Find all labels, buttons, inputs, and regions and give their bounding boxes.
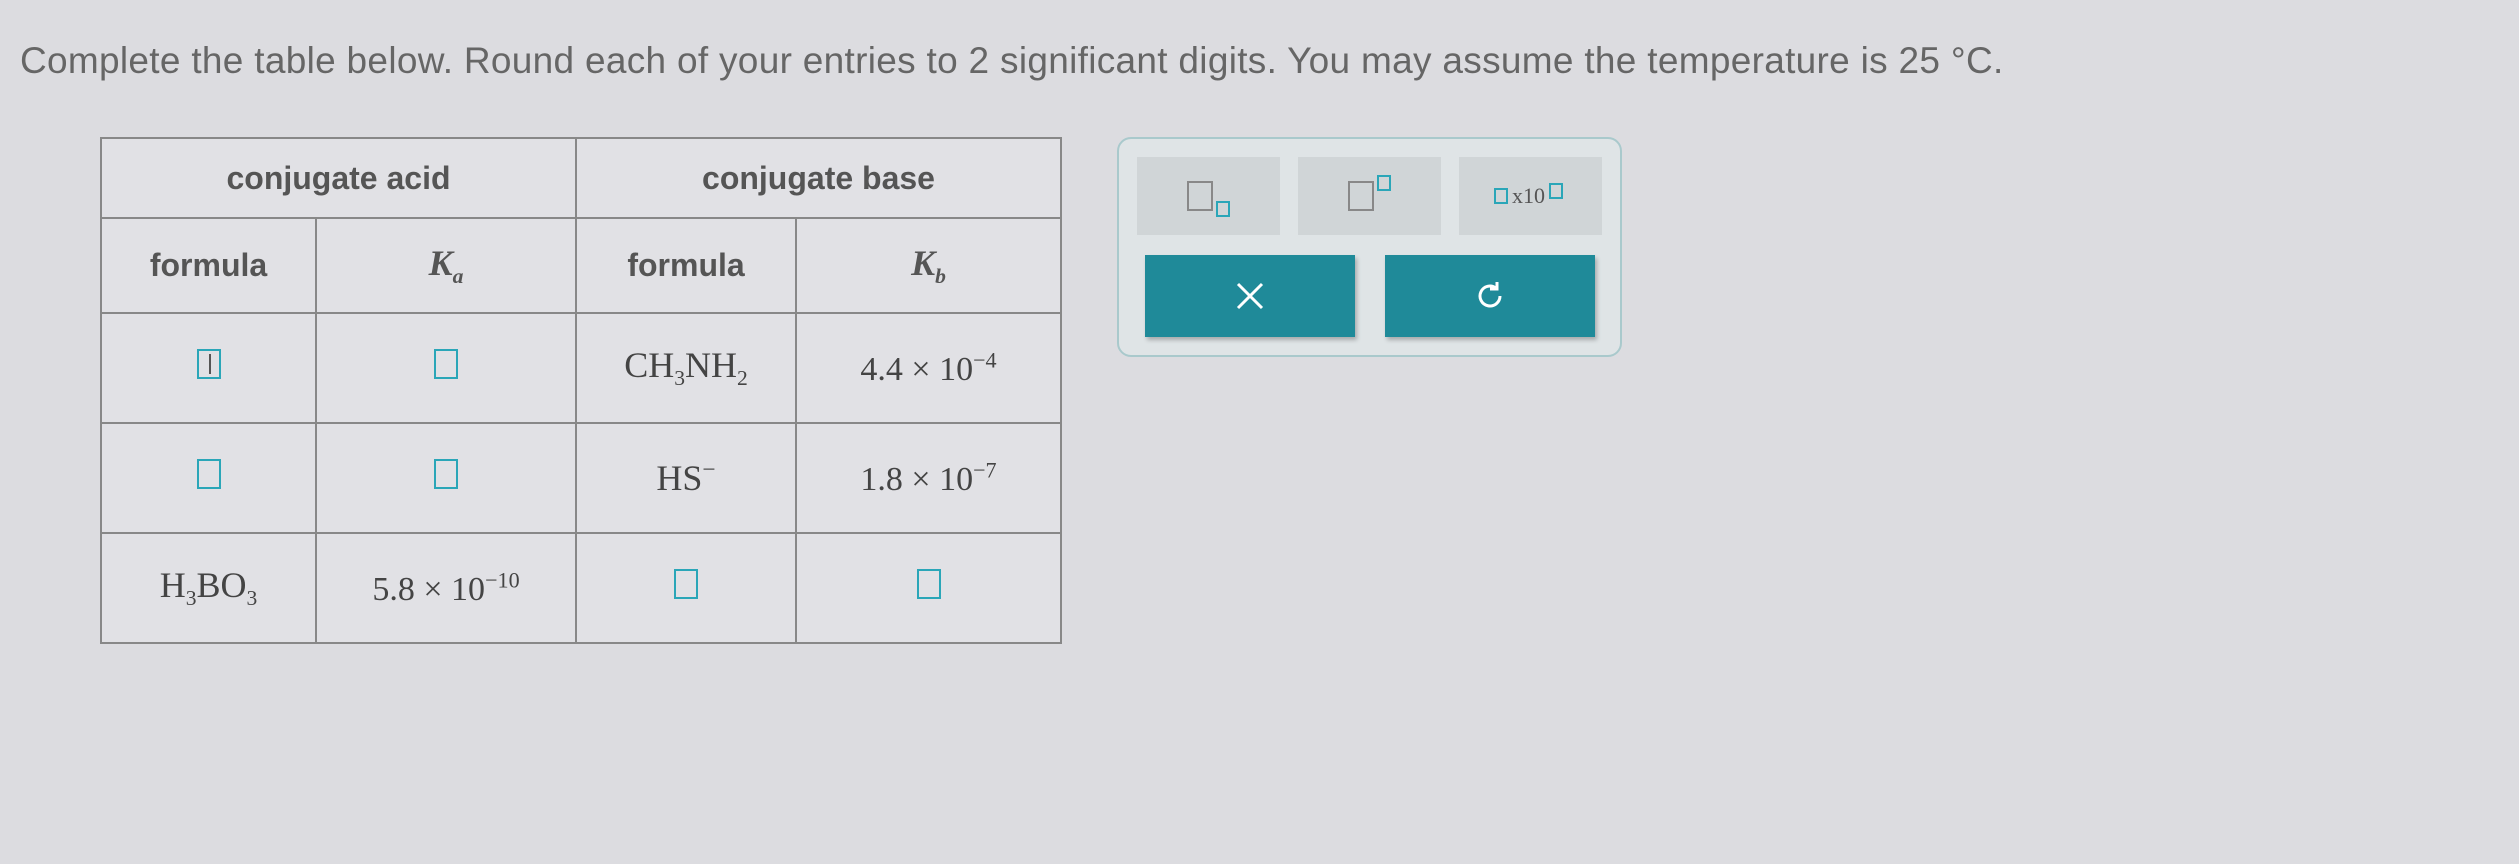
base-formula-2: HS−: [576, 423, 796, 533]
ka3-mantissa: 5.8: [372, 571, 415, 608]
sig-digits: 2: [969, 40, 990, 81]
table-row: H3BO3 5.8 × 10−10: [101, 533, 1061, 643]
superscript-button[interactable]: [1298, 157, 1441, 235]
kb-value-1: 4.4 × 10−4: [796, 313, 1061, 423]
temperature-unit: °C.: [1940, 40, 2003, 81]
subheader-ka: Ka: [316, 218, 576, 313]
scientific-notation-icon: x10: [1494, 183, 1567, 209]
placeholder-icon: [434, 459, 458, 489]
ka-symbol: K: [429, 243, 453, 283]
instruction-prefix: Complete the table below. Round each of …: [20, 40, 969, 81]
kb-value-2: 1.8 × 10−7: [796, 423, 1061, 533]
placeholder-icon: [197, 459, 221, 489]
placeholder-icon: [917, 569, 941, 599]
instruction-text: Complete the table below. Round each of …: [20, 40, 2499, 82]
subscript-icon: [1187, 181, 1230, 211]
reset-button[interactable]: [1385, 255, 1595, 337]
subscript-button[interactable]: [1137, 157, 1280, 235]
superscript-icon: [1348, 181, 1391, 211]
undo-icon: [1470, 276, 1510, 316]
table-row: CH3NH2 4.4 × 10−4: [101, 313, 1061, 423]
ka-value-3: 5.8 × 10−10: [316, 533, 576, 643]
sci-label: x10: [1512, 183, 1545, 209]
kb1-mantissa: 4.4: [860, 351, 903, 388]
acid-formula-3: H3BO3: [101, 533, 316, 643]
clear-button[interactable]: [1145, 255, 1355, 337]
formatting-toolbox: x10: [1117, 137, 1622, 357]
header-conjugate-acid: conjugate acid: [101, 138, 576, 218]
subheader-formula-base: formula: [576, 218, 796, 313]
kb-sub: b: [935, 264, 946, 288]
kb2-times: × 10: [903, 461, 973, 498]
close-icon: [1230, 276, 1270, 316]
kb2-exp: −7: [973, 457, 997, 482]
kb1-times: × 10: [903, 351, 973, 388]
placeholder-icon: [197, 349, 221, 379]
subheader-kb: Kb: [796, 218, 1061, 313]
kb2-mantissa: 1.8: [860, 461, 903, 498]
temperature-value: 25: [1899, 40, 1941, 81]
kb1-exp: −4: [973, 347, 997, 372]
kb-symbol: K: [911, 243, 935, 283]
ka3-exp: −10: [485, 567, 520, 592]
header-conjugate-base: conjugate base: [576, 138, 1061, 218]
table-row: HS− 1.8 × 10−7: [101, 423, 1061, 533]
input-acid-formula-2[interactable]: [101, 423, 316, 533]
input-base-formula-3[interactable]: [576, 533, 796, 643]
input-kb-3[interactable]: [796, 533, 1061, 643]
placeholder-icon: [674, 569, 698, 599]
input-acid-formula-1[interactable]: [101, 313, 316, 423]
placeholder-icon: [434, 349, 458, 379]
input-ka-2[interactable]: [316, 423, 576, 533]
ka3-times: × 10: [415, 571, 485, 608]
input-ka-1[interactable]: [316, 313, 576, 423]
scientific-notation-button[interactable]: x10: [1459, 157, 1602, 235]
base-formula-1: CH3NH2: [576, 313, 796, 423]
ka-sub: a: [453, 264, 464, 288]
instruction-mid: significant digits. You may assume the t…: [989, 40, 1898, 81]
acid-base-table: conjugate acid conjugate base formula Ka…: [100, 137, 1062, 644]
subheader-formula-acid: formula: [101, 218, 316, 313]
